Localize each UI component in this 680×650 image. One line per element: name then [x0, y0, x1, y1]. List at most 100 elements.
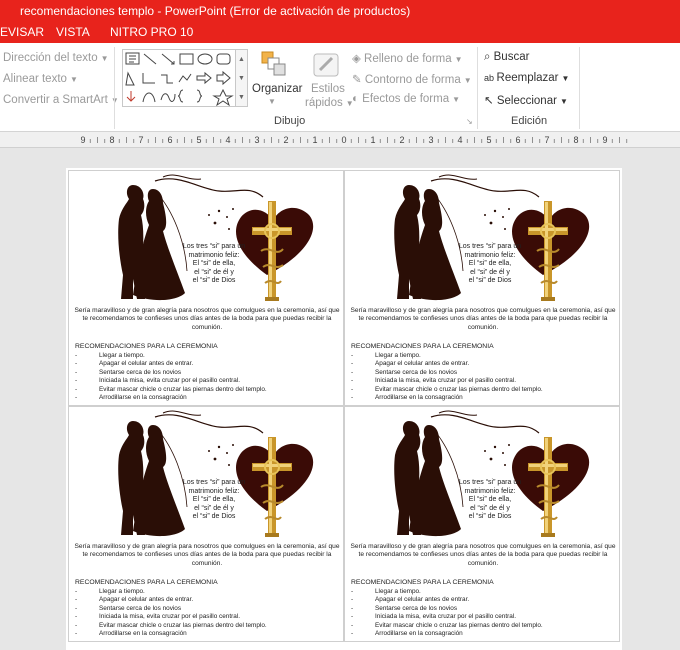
- recommendation-item: Sentarse cerca de los novios: [351, 369, 543, 378]
- ribbon: Dirección del texto ▼ Alinear texto ▼ Conv…: [0, 43, 680, 132]
- poem-line: matrimonio feliz:: [464, 487, 516, 495]
- poem-line: matrimonio feliz:: [188, 251, 240, 259]
- tab-nitro-pro[interactable]: NITRO PRO 10: [110, 22, 193, 43]
- ruler-label: 9: [602, 135, 607, 145]
- poem-line: el “si” de Dios: [192, 277, 236, 285]
- recommendation-item: Llegar a tiempo.: [351, 352, 543, 361]
- text-direction-button[interactable]: Dirección del texto ▼: [3, 52, 109, 64]
- recommendation-item: Llegar a tiempo.: [351, 588, 543, 597]
- shape-fill-button[interactable]: ◈ Relleno de forma ▼: [352, 51, 463, 65]
- tab-revisar[interactable]: EVISAR: [0, 22, 44, 43]
- poem-text: Los tres “si” para un matrimonio feliz: …: [174, 479, 254, 522]
- recommendation-item: Evitar mascar chicle o cruzar las pierna…: [351, 386, 543, 395]
- recommendation-item: Llegar a tiempo.: [75, 352, 267, 361]
- poem-line: el “si” de Dios: [468, 277, 512, 285]
- replace-icon: ab: [484, 73, 497, 83]
- invitation-card[interactable]: Los tres “si” para un matrimonio feliz: …: [68, 406, 344, 642]
- communion-paragraph: Sería maravilloso y de gran alegría para…: [350, 543, 616, 567]
- poem-line: Los tres “si” para un: [182, 479, 246, 486]
- recommendations-list: Llegar a tiempo. Apagar el celular antes…: [75, 588, 267, 639]
- recommendation-item: Apagar el celular antes de entrar.: [351, 360, 543, 369]
- recommendation-item: Iniciada la misa, evita cruzar por el pa…: [351, 613, 543, 622]
- recommendation-item: Apagar el celular antes de entrar.: [351, 596, 543, 605]
- recommendation-item: Apagar el celular antes de entrar.: [75, 596, 267, 605]
- ruler-label: 3: [254, 135, 259, 145]
- recommendation-item: Evitar mascar chicle o cruzar las pierna…: [75, 622, 267, 631]
- recommendation-item: Llegar a tiempo.: [75, 588, 267, 597]
- shape-effects-button[interactable]: ◐ Efectos de forma ▼: [352, 93, 460, 105]
- quick-styles-label-2[interactable]: rápidos ▼: [305, 97, 354, 109]
- recommendation-item: Evitar mascar chicle o cruzar las pierna…: [351, 622, 543, 631]
- ruler-label: 7: [544, 135, 549, 145]
- poem-line: El “si” de ella,: [192, 260, 236, 268]
- communion-paragraph: Sería maravilloso y de gran alegría para…: [74, 543, 340, 567]
- effects-icon: ◐: [352, 93, 363, 105]
- arrange-caret-icon: ▼: [268, 97, 276, 106]
- quick-styles-icon: [312, 50, 340, 80]
- poem-line: Los tres “si” para un: [458, 479, 522, 486]
- poem-line: el “si” de él y: [470, 268, 510, 276]
- select-button[interactable]: ↖ Seleccionar ▼: [484, 93, 568, 107]
- communion-paragraph: Sería maravilloso y de gran alegría para…: [74, 307, 340, 331]
- recommendation-item: Arrodillarse en la consagración: [351, 394, 543, 403]
- quick-styles-label-1[interactable]: Estilos: [311, 83, 345, 95]
- ribbon-tabs: EVISAR VISTA NITRO PRO 10: [0, 22, 680, 43]
- slide-canvas: Los tres “si” para un matrimonio feliz: …: [0, 148, 680, 650]
- recommendation-item: Iniciada la misa, evita cruzar por el pa…: [75, 613, 267, 622]
- recommendations-list: Llegar a tiempo. Apagar el celular antes…: [351, 352, 543, 403]
- convert-smartart-button[interactable]: Convertir a SmartArt▼: [3, 94, 119, 106]
- poem-line: el “si” de Dios: [192, 513, 236, 521]
- ruler-label: 1: [312, 135, 317, 145]
- ruler-label: 4: [225, 135, 230, 145]
- align-text-button[interactable]: Alinear texto ▼: [3, 73, 78, 85]
- recommendations-title: RECOMENDACIONES PARA LA CEREMONIA: [351, 579, 494, 586]
- ruler-label: 6: [515, 135, 520, 145]
- poem-line: el “si” de él y: [194, 504, 234, 512]
- poem-line: Los tres “si” para un: [182, 243, 246, 250]
- ruler-label: 0: [341, 135, 346, 145]
- recommendation-item: Arrodillarse en la consagración: [75, 630, 267, 639]
- poem-line: el “si” de él y: [194, 268, 234, 276]
- drawing-group-label: Dibujo: [274, 115, 306, 127]
- slide[interactable]: Los tres “si” para un matrimonio feliz: …: [66, 168, 622, 650]
- ruler-label: 5: [486, 135, 491, 145]
- ruler-label: 2: [283, 135, 288, 145]
- poem-text: Los tres “si” para un matrimonio feliz: …: [174, 243, 254, 286]
- dialog-launcher-icon[interactable]: ↘: [466, 117, 473, 126]
- poem-text: Los tres “si” para un matrimonio feliz: …: [450, 243, 530, 286]
- ruler-label: 8: [573, 135, 578, 145]
- binoculars-icon: ⌕: [484, 51, 494, 63]
- invitation-card[interactable]: Los tres “si” para un matrimonio feliz: …: [344, 170, 620, 406]
- horizontal-ruler: 9 8 7 6 5 4 3 2 1 0 1 2 3 4 5 6 7 8 9: [0, 132, 680, 148]
- cursor-icon: ↖: [484, 95, 497, 107]
- shapes-gallery[interactable]: [122, 49, 236, 107]
- invitation-card[interactable]: Los tres “si” para un matrimonio feliz: …: [68, 170, 344, 406]
- shape-outline-button[interactable]: ✎ Contorno de forma ▼: [352, 72, 472, 86]
- invitation-card[interactable]: Los tres “si” para un matrimonio feliz: …: [344, 406, 620, 642]
- ruler-label: 1: [370, 135, 375, 145]
- recommendation-item: Iniciada la misa, evita cruzar por el pa…: [75, 377, 267, 386]
- tab-vista[interactable]: VISTA: [56, 22, 90, 43]
- ruler-label: 3: [428, 135, 433, 145]
- gallery-scroll[interactable]: ▲ ▼ ▼: [236, 49, 248, 107]
- ruler-label: 2: [399, 135, 404, 145]
- recommendations-title: RECOMENDACIONES PARA LA CEREMONIA: [75, 343, 218, 350]
- communion-paragraph: Sería maravilloso y de gran alegría para…: [350, 307, 616, 331]
- poem-line: Los tres “si” para un: [458, 243, 522, 250]
- replace-button[interactable]: ab Reemplazar ▼: [484, 72, 569, 84]
- recommendation-item: Sentarse cerca de los novios: [351, 605, 543, 614]
- paint-bucket-icon: ◈: [352, 53, 365, 65]
- editing-group-label: Edición: [511, 115, 548, 127]
- arrange-icon: [260, 50, 288, 80]
- window-title: recomendaciones templo - PowerPoint (Err…: [0, 0, 680, 22]
- recommendation-item: Sentarse cerca de los novios: [75, 605, 267, 614]
- poem-line: El “si” de ella,: [468, 260, 512, 268]
- recommendation-item: Sentarse cerca de los novios: [75, 369, 267, 378]
- find-button[interactable]: ⌕ Buscar: [484, 51, 529, 64]
- recommendations-title: RECOMENDACIONES PARA LA CEREMONIA: [351, 343, 494, 350]
- ruler-label: 4: [457, 135, 462, 145]
- recommendations-list: Llegar a tiempo. Apagar el celular antes…: [75, 352, 267, 403]
- arrange-button[interactable]: Organizar: [252, 83, 303, 95]
- recommendation-item: Apagar el celular antes de entrar.: [75, 360, 267, 369]
- poem-line: El “si” de ella,: [468, 496, 512, 504]
